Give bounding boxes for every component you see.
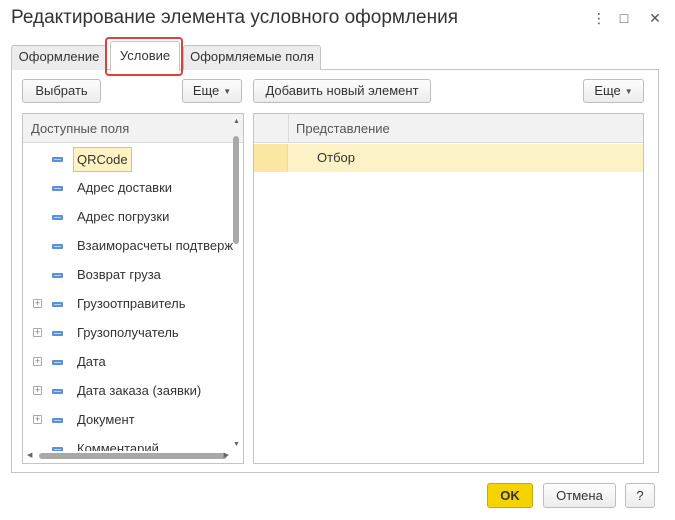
scroll-left-icon[interactable]: ◀ (27, 452, 32, 460)
available-fields-tree[interactable]: Доступные поля QRCode Адрес доставки Адр… (22, 113, 244, 464)
tree-item[interactable]: + Грузоотправитель (23, 290, 243, 319)
vertical-scrollbar[interactable]: ▲ ▼ (231, 116, 241, 449)
tree-item[interactable]: QRCode (23, 145, 243, 174)
conditional-formatting-dialog: Редактирование элемента условного оформл… (0, 0, 675, 520)
tree-item[interactable]: Адрес погрузки (23, 203, 243, 232)
tree-item[interactable]: + Дата заказа (заявки) (23, 377, 243, 406)
tree-item[interactable]: + Дата (23, 348, 243, 377)
tree-item[interactable]: Взаиморасчеты подтверж (23, 232, 243, 261)
tree-item[interactable]: Комментарий (23, 435, 243, 451)
tree-item-label: Грузоотправитель (77, 296, 186, 311)
plus-square-icon[interactable]: + (33, 386, 42, 395)
plus-square-icon[interactable]: + (33, 328, 42, 337)
help-button[interactable]: ? (625, 483, 655, 508)
maximize-icon[interactable]: □ (615, 8, 633, 28)
horizontal-scrollbar[interactable]: ◀ ▶ (25, 451, 229, 461)
field-icon (52, 186, 63, 191)
triangle-down-icon: ▼ (223, 87, 232, 96)
column-separator (288, 114, 289, 142)
tree-item-label: Адрес погрузки (77, 209, 170, 224)
tree-item[interactable]: + Документ (23, 406, 243, 435)
plus-square-icon[interactable]: + (33, 357, 42, 366)
tree-item[interactable]: Возврат груза (23, 261, 243, 290)
tree-item-label: Взаиморасчеты подтверж (77, 238, 234, 253)
tree-item-label: Дата заказа (заявки) (77, 383, 202, 398)
row-marker (254, 144, 288, 172)
cancel-button[interactable]: Отмена (543, 483, 616, 508)
conditions-table-header: Представление (254, 114, 643, 143)
field-icon (52, 215, 63, 220)
field-icon (52, 244, 63, 249)
field-icon (52, 331, 63, 336)
select-button[interactable]: Выбрать (22, 79, 101, 103)
tree-item-label: Возврат груза (77, 267, 161, 282)
field-icon (52, 418, 63, 423)
plus-square-icon[interactable]: + (33, 415, 42, 424)
tab-formatted-fields[interactable]: Оформляемые поля (183, 45, 321, 70)
ok-button[interactable]: OK (487, 483, 533, 508)
tree-item-label: QRCode (73, 147, 132, 172)
scroll-down-icon[interactable]: ▼ (233, 441, 240, 449)
row-label-filter: Отбор (317, 150, 355, 165)
right-more-label: Еще (594, 83, 621, 98)
field-icon (52, 389, 63, 394)
table-row[interactable]: Отбор (254, 144, 643, 172)
left-more-button[interactable]: Еще ▼ (182, 79, 242, 103)
available-fields-header: Доступные поля (23, 114, 243, 143)
more-actions-icon[interactable]: ⋮ (590, 8, 608, 28)
scroll-right-icon[interactable]: ▶ (224, 452, 229, 460)
column-header-representation: Представление (296, 121, 390, 136)
dialog-title: Редактирование элемента условного оформл… (11, 7, 459, 28)
tree-item[interactable]: + Грузополучатель (23, 319, 243, 348)
field-icon (52, 157, 63, 162)
conditions-table[interactable]: Представление Отбор (253, 113, 644, 464)
field-icon (52, 302, 63, 307)
horizontal-scroll-thumb[interactable] (39, 453, 227, 459)
close-icon[interactable]: ✕ (646, 8, 664, 28)
tree-item-label: Документ (77, 412, 135, 427)
tree-item-label: Грузополучатель (77, 325, 179, 340)
plus-square-icon[interactable]: + (33, 299, 42, 308)
vertical-scroll-thumb[interactable] (233, 136, 239, 244)
tree-item-label: Комментарий (77, 441, 159, 451)
right-more-button[interactable]: Еще ▼ (583, 79, 644, 103)
tab-condition[interactable]: Условие (110, 41, 180, 71)
tree-item-label: Адрес доставки (77, 180, 173, 195)
left-more-label: Еще (192, 83, 220, 98)
field-icon (52, 273, 63, 278)
triangle-down-icon: ▼ (624, 87, 633, 96)
tab-appearance[interactable]: Оформление (11, 45, 107, 70)
tree-item[interactable]: Адрес доставки (23, 174, 243, 203)
field-icon (52, 360, 63, 365)
add-new-element-button[interactable]: Добавить новый элемент (253, 79, 431, 103)
scroll-up-icon[interactable]: ▲ (233, 118, 240, 126)
tree-item-label: Дата (77, 354, 106, 369)
